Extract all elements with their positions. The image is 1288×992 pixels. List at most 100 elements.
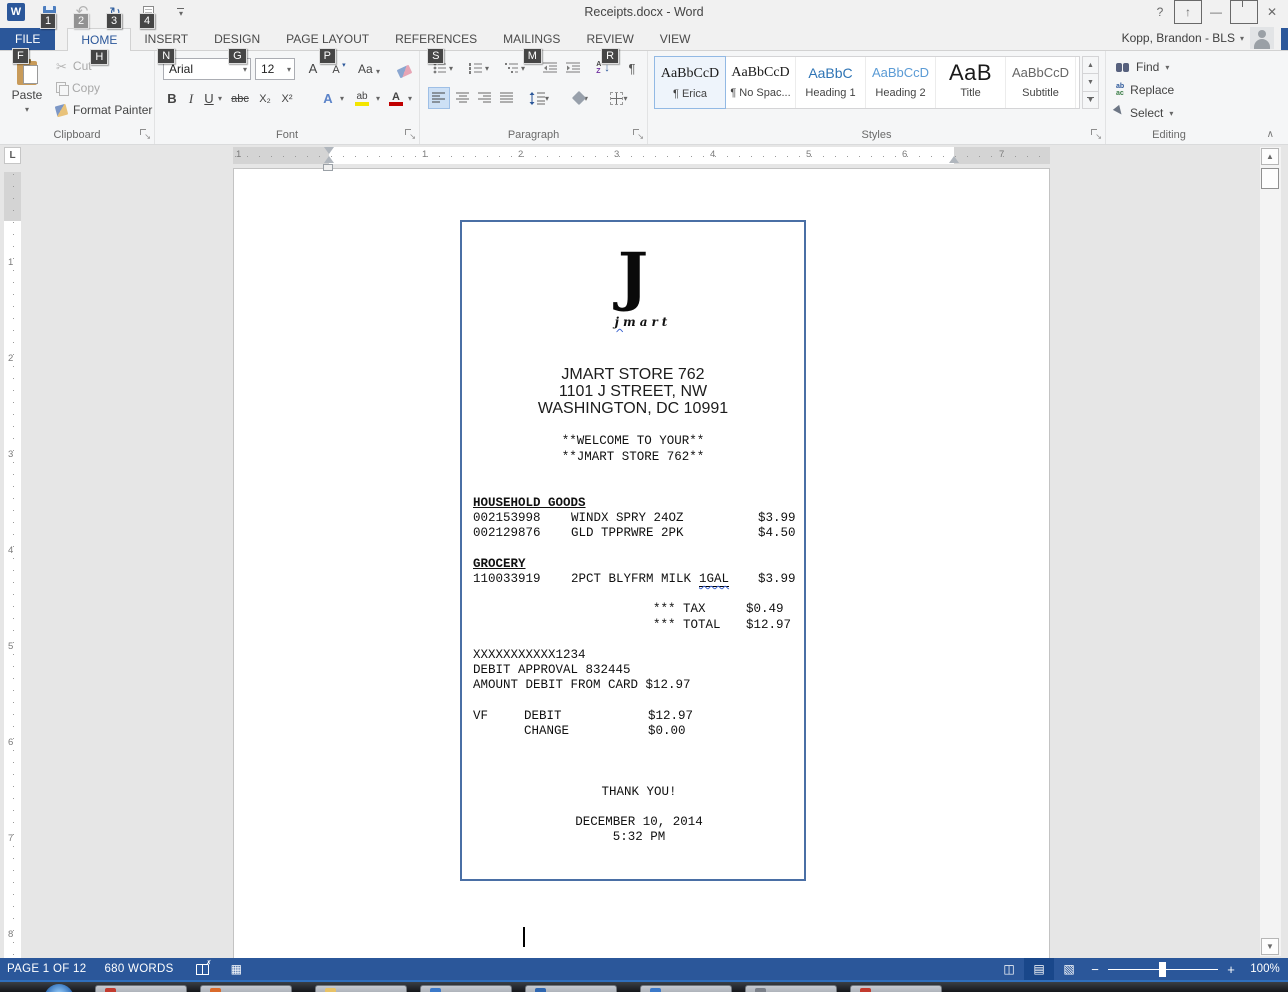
strikethrough-button[interactable]: abc [227,88,253,109]
tab-file[interactable]: FILE F [0,28,56,64]
bold-button[interactable]: B [163,88,181,109]
tab-page-layout[interactable]: PAGE LAYOUT P [273,28,382,64]
styles-dialog-launcher[interactable] [1091,129,1102,141]
increase-indent-button[interactable] [563,57,583,79]
tab-selector-button[interactable]: L [4,147,21,164]
cut-button[interactable]: ✂ Cut [56,56,92,76]
scrollbar-thumb[interactable] [1261,168,1279,189]
show-hide-marks-button[interactable]: ¶ [622,57,642,79]
align-left-button[interactable] [428,87,450,109]
paragraph-dialog-launcher[interactable] [633,129,644,141]
store-city: WASHINGTON, DC 10991 [537,400,729,417]
taskbar-button[interactable] [850,985,942,992]
ribbon-display-options-button[interactable]: ↑ [1174,0,1202,24]
hanging-indent-marker[interactable] [324,156,334,163]
italic-button[interactable]: I [183,88,199,109]
copy-button[interactable]: Copy [56,78,100,98]
print-layout-button[interactable]: ▤ [1024,958,1054,980]
replace-button[interactable]: ab ac Replace [1116,80,1174,100]
style-subtitle[interactable]: AaBbCcD Subtitle [1006,57,1076,108]
text-effects-button[interactable]: A [319,88,337,109]
scroll-down-button[interactable]: ▼ [1261,938,1279,955]
tab-references[interactable]: REFERENCES S [382,28,490,64]
taskbar-button[interactable] [525,985,617,992]
style-heading2[interactable]: AaBbCcD Heading 2 [866,57,936,108]
text-effects-menu[interactable]: ▾ [337,88,347,109]
macro-icon[interactable]: ▦ [231,963,242,975]
change-case-button[interactable]: Aa ▾ [354,58,384,78]
start-button[interactable] [44,984,74,992]
zoom-slider[interactable] [1108,961,1218,977]
read-mode-button[interactable]: ◫ [994,958,1024,980]
tab-mailings[interactable]: MAILINGS M [490,28,573,64]
shading-button[interactable]: ▾ [566,87,596,109]
justify-button[interactable] [496,87,518,109]
style-heading1[interactable]: AaBbC Heading 1 [796,57,866,108]
taskbar-button[interactable] [315,985,407,992]
underline-menu-button[interactable]: ▾ [215,88,225,109]
vertical-scrollbar[interactable]: ▲ ▼ [1260,147,1281,956]
decrease-indent-button[interactable] [540,57,560,79]
gallery-scroll-down-button[interactable]: ▼ [1082,74,1099,92]
paste-button[interactable]: Paste ▾ [4,55,50,137]
ruler-number: 7 [8,832,14,845]
taskbar-button[interactable] [200,985,292,992]
align-center-button[interactable] [452,87,474,109]
collapse-ribbon-button[interactable]: ∧ [1267,129,1274,140]
right-indent-marker[interactable] [949,156,959,163]
page-indicator[interactable]: PAGE 1 OF 12 [7,963,86,975]
first-line-indent-marker[interactable] [324,147,334,154]
font-color-button[interactable]: A [387,88,405,109]
tab-insert[interactable]: INSERT N [131,28,201,64]
avatar[interactable] [1250,27,1274,49]
line-spacing-button[interactable]: ▾ [524,87,554,109]
tab-design[interactable]: DESIGN G [201,28,273,64]
numbering-button[interactable]: ▾ [464,57,494,79]
document-page[interactable]: J jmart JMART STORE 762 1101 J STREET, N… [233,168,1050,958]
find-button[interactable]: Find ▾ [1116,57,1169,77]
font-size-combo[interactable]: 12 ▾ [255,58,295,80]
subscript-button[interactable]: X₂ [255,88,275,109]
close-button[interactable]: ✕ [1258,0,1286,24]
vertical-ruler[interactable]: 1 2 3 4 5 6 7 8 [4,172,21,958]
clear-formatting-button[interactable] [392,58,416,79]
style-no-spacing[interactable]: AaBbCcD ¶ No Spac... [726,57,796,108]
superscript-button[interactable]: X² [277,88,297,109]
style-erica[interactable]: AaBbCcD ¶ Erica [654,56,726,109]
horizontal-ruler[interactable]: 1 1 2 3 4 5 6 7 [233,147,1050,164]
format-painter-button[interactable]: Format Painter [54,100,152,120]
style-title[interactable]: AaB Title [936,57,1006,108]
gallery-scroll-up-button[interactable]: ▲ [1082,56,1099,75]
scroll-up-button[interactable]: ▲ [1261,148,1279,165]
proofing-errors-icon[interactable] [195,959,212,975]
tab-review[interactable]: REVIEW R [573,28,646,64]
borders-button[interactable]: ▾ [604,87,634,109]
help-button[interactable]: ? [1146,0,1174,24]
account-menu[interactable]: Kopp, Brandon - BLS ▾ [1122,31,1244,45]
taskbar-button[interactable] [420,985,512,992]
tab-view[interactable]: VIEW [647,28,704,50]
zoom-slider-thumb[interactable] [1159,961,1166,977]
windows-taskbar [0,980,1288,992]
highlight-button[interactable]: ab [351,88,373,109]
ruler-number: 8 [8,928,14,941]
gallery-more-button[interactable]: ▼ [1082,91,1099,109]
minimize-button[interactable]: — [1202,0,1230,24]
taskbar-button[interactable] [640,985,732,992]
taskbar-button[interactable] [745,985,837,992]
zoom-out-button[interactable]: − [1084,962,1106,977]
zoom-level[interactable]: 100% [1242,963,1288,975]
font-color-menu[interactable]: ▾ [405,88,415,109]
font-dialog-launcher[interactable] [405,129,416,141]
word-count[interactable]: 680 WORDS [104,963,173,975]
clipboard-dialog-launcher[interactable] [140,129,151,141]
restore-button[interactable] [1230,0,1258,24]
align-right-button[interactable] [474,87,496,109]
taskbar-button[interactable] [95,985,187,992]
web-layout-button[interactable]: ▧ [1054,958,1084,980]
left-indent-marker[interactable] [323,164,333,171]
zoom-in-button[interactable]: + [1220,962,1242,977]
select-button[interactable]: Select ▾ [1112,103,1173,123]
tab-home[interactable]: HOME H [67,28,132,65]
highlight-menu[interactable]: ▾ [373,88,383,109]
